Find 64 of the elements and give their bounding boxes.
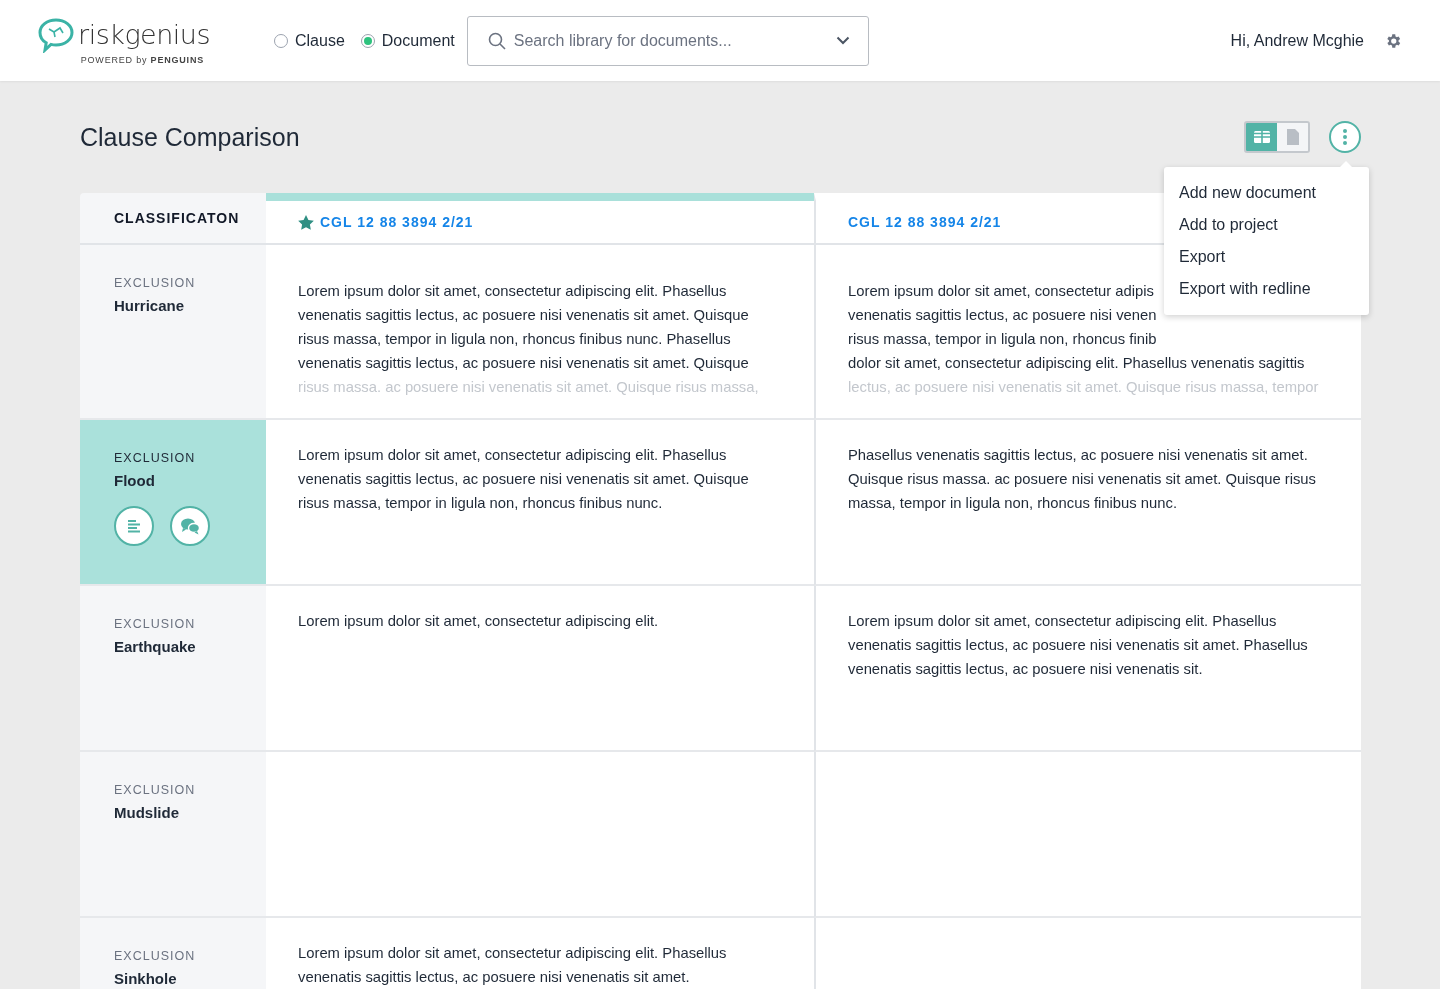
clause-text-line: venenatis sagittis lectus, ac posuere nisi venenatis sit amet. Phasellus — [848, 636, 1308, 655]
search-icon — [487, 31, 506, 50]
clause-text-line: venenatis sagittis lectus, ac posuere nisi venenatis sit amet. Quisque — [298, 470, 749, 489]
clause-text-line: Lorem ipsum dolor sit amet, consectetur adipiscing elit. — [298, 612, 659, 631]
category-label: EXCLUSION — [114, 617, 197, 631]
clause-name: Mudslide — [114, 804, 180, 821]
clause-text-line: venenatis sagittis lectus, ac posuere nisi venenatis sit amet. Quisque — [298, 306, 749, 325]
clause-name: Earthquake — [114, 638, 197, 655]
document-view-button[interactable] — [1277, 123, 1308, 151]
page-title: Clause Comparison — [80, 122, 300, 152]
clause-text-line: risus massa, tempor in ligula non, rhoncus finib — [848, 330, 1157, 349]
clause-text-line: venenatis sagittis lectus, ac posuere nisi venenatis sit amet. Quisque — [298, 354, 749, 373]
logo-wordmark: riskgenius — [78, 19, 210, 50]
radio-label: Document — [381, 31, 455, 50]
classification-cell[interactable]: EXCLUSION Hurricane — [80, 245, 266, 420]
category-label: EXCLUSION — [114, 783, 197, 797]
search-field[interactable]: Search library for documents... — [466, 15, 869, 66]
clause-text-line: risus massa, tempor in ligula non, rhoncus finibus nunc. — [298, 494, 663, 513]
classification-cell[interactable]: EXCLUSION Flood — [80, 420, 266, 586]
chat-bubbles-button[interactable] — [170, 506, 210, 546]
menu-item[interactable]: Export with redline — [1164, 273, 1369, 305]
vertical-dots-icon — [1343, 129, 1347, 145]
classification-cell[interactable]: EXCLUSION Earthquake — [80, 586, 266, 752]
document-column-header[interactable]: CGL 12 88 3894 2/21 — [266, 193, 814, 245]
clause-text-line: Phasellus venenatis sagittis lectus, ac posuere nisi venenatis sit amet. — [848, 446, 1308, 465]
clause-text-line: venenatis sagittis lectus, ac posuere nisi venenatis sit amet. — [298, 968, 690, 987]
radio-icon[interactable] — [274, 33, 288, 48]
clause-text-line: Lorem ipsum dolor sit amet, consectetur adipiscing elit. Phasellus — [298, 944, 727, 963]
grid-icon — [1253, 131, 1270, 143]
category-label: EXCLUSION — [114, 451, 197, 465]
clause-text-line: Lorem ipsum dolor sit amet, consectetur adipiscing elit. Phasellus — [298, 282, 727, 301]
radio-label: Clause — [295, 31, 345, 50]
document-icon — [1286, 129, 1299, 145]
chevron-down-icon[interactable] — [835, 36, 850, 45]
search-mode-radio[interactable]: Clause — [274, 31, 345, 50]
column-header: CLASSIFICATON — [80, 193, 266, 245]
more-options-button[interactable] — [1329, 121, 1361, 153]
clause-text-line: Lorem ipsum dolor sit amet, consectetur adipis — [848, 282, 1154, 301]
text-lines-button[interactable] — [114, 506, 154, 546]
category-label: EXCLUSION — [114, 276, 197, 290]
chat-bubbles-icon — [180, 517, 200, 535]
clause-text-line: risus massa. ac posuere nisi venenatis sit amet. Quisque risus massa, — [298, 378, 759, 397]
clause-name: Flood — [114, 472, 156, 489]
category-label: EXCLUSION — [114, 949, 197, 963]
clause-text-line: venenatis sagittis lectus, ac posuere nisi venenatis sit. — [848, 660, 1203, 679]
classification-cell[interactable]: EXCLUSION Mudslide — [80, 752, 266, 918]
classification-cell[interactable]: EXCLUSION Sinkhole — [80, 918, 266, 989]
clause-text-line: Lorem ipsum dolor sit amet, consectetur adipiscing elit. Phasellus — [298, 446, 727, 465]
clause-text-line: massa, tempor in ligula non, rhoncus finibus nunc. — [848, 494, 1177, 513]
user-greeting: Hi, Andrew Mcghie — [1230, 31, 1364, 50]
star-icon — [298, 214, 314, 230]
clause-name: Hurricane — [114, 297, 186, 314]
logo-tagline: POWERED by PENGUINS — [80, 54, 204, 65]
text-lines-icon — [127, 519, 141, 533]
clause-text-line: dolor sit amet, consectetur adipiscing elit. Phasellus venenatis sagittis — [848, 354, 1305, 373]
grid-view-button[interactable] — [1246, 123, 1277, 151]
clause-text-line: venenatis sagittis lectus, ac posuere nisi venen — [848, 306, 1157, 325]
clause-text-line: Quisque risus massa. ac posuere nisi venenatis sit amet. Quisque risus — [848, 470, 1316, 489]
radio-icon[interactable] — [360, 33, 375, 48]
clause-text-line: risus massa, tempor in ligula non, rhoncus finibus nunc. Phasellus — [298, 330, 731, 349]
clause-name: Sinkhole — [114, 970, 178, 987]
search-mode-radio[interactable]: Document — [360, 31, 455, 50]
clause-text-line: Lorem ipsum dolor sit amet, consectetur adipiscing elit. Phasellus — [848, 612, 1277, 631]
clause-text-line: lectus, ac posuere nisi venenatis sit amet. Quisque risus massa, tempor — [848, 378, 1319, 397]
